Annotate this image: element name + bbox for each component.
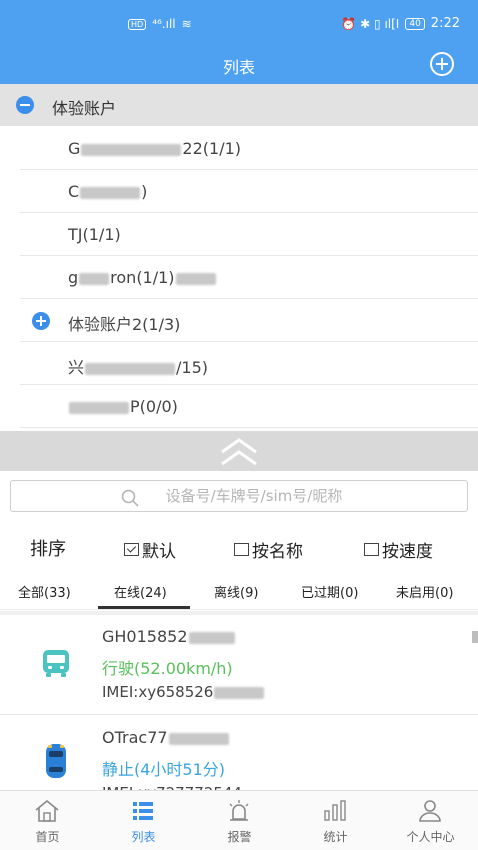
tab-inactive[interactable]: 未启用(0) — [396, 582, 453, 601]
user-icon — [419, 800, 441, 822]
tree-item[interactable]: 兴/15) — [20, 342, 478, 385]
search-icon — [121, 489, 139, 507]
status-bar-right: ⏰ ✱ ▯ ıl[I 40 2:22 — [341, 16, 460, 31]
alarm-light-icon — [229, 800, 249, 821]
sort-by-name-option[interactable]: 按名称 — [234, 537, 303, 562]
tree-item-label: P(0/0) — [68, 397, 178, 416]
sort-title: 排序 — [30, 539, 66, 560]
tree-item[interactable]: TJ(1/1) — [20, 213, 478, 256]
group-label: 体验账户 — [52, 99, 117, 118]
bar-chart-icon — [324, 800, 346, 821]
tab-all[interactable]: 全部(33) — [18, 582, 71, 601]
nav-label: 首页 — [35, 830, 60, 844]
nav-home[interactable]: 首页 — [0, 791, 95, 850]
redacted-text — [69, 401, 129, 414]
expand-group-icon[interactable] — [32, 312, 50, 330]
status-bar-center: HD ⁴⁶.ıll ≋ — [128, 17, 192, 31]
status-tabs: 全部(33) 在线(24) 离线(9) 已过期(0) 未启用(0) — [0, 572, 478, 610]
redacted-text — [85, 362, 176, 375]
redacted-text — [79, 272, 110, 285]
add-icon[interactable] — [430, 52, 454, 76]
wifi-icon: ≋ — [181, 17, 192, 31]
tree-item-label: C) — [68, 182, 148, 201]
vehicle-status: 静止(4小时51分) — [102, 760, 226, 779]
nav-list[interactable]: 列表 — [96, 791, 191, 850]
active-tab-indicator — [98, 606, 190, 609]
sort-default-option[interactable]: 默认 — [124, 537, 176, 562]
tree-item-label: g ron(1/1) — [68, 268, 217, 287]
bus-icon — [43, 650, 69, 677]
redacted-text — [81, 143, 182, 156]
tree-item-label: G 22(1/1) — [68, 139, 241, 158]
redacted-text — [168, 732, 229, 745]
tree-item[interactable]: G 22(1/1) — [20, 127, 478, 170]
search-input[interactable] — [11, 481, 467, 511]
title-bar: 列表 — [0, 44, 478, 84]
checkbox-icon[interactable] — [234, 543, 249, 556]
nav-profile[interactable]: 个人中心 — [383, 791, 478, 850]
vehicle-imei: IMEI:xy658526 — [102, 683, 265, 701]
status-bar: HD ⁴⁶.ıll ≋ ⏰ ✱ ▯ ıl[I 40 2:22 — [0, 0, 478, 44]
vehicle-status: 行驶(52.00km/h) — [102, 659, 233, 678]
collapse-panel-bar[interactable] — [0, 431, 478, 471]
redacted-text — [80, 186, 141, 199]
checkbox-icon[interactable] — [364, 543, 379, 556]
tab-online[interactable]: 在线(24) — [114, 582, 167, 601]
redacted-text — [175, 272, 216, 285]
vehicle-row[interactable]: GH015852 行驶(52.00km/h) IMEI:xy658526 — [0, 615, 478, 715]
page-title: 列表 — [222, 58, 255, 77]
tree-item[interactable]: g ron(1/1) — [20, 256, 478, 299]
nav-label: 个人中心 — [406, 830, 455, 844]
nav-stats[interactable]: 统计 — [288, 791, 383, 850]
battery-icon: 40 — [405, 17, 425, 30]
list-icon — [133, 802, 153, 820]
bottom-nav: 首页 列表 报警 统计 个人中心 — [0, 790, 478, 850]
group-header[interactable]: 体验账户 — [0, 84, 478, 126]
double-chevron-up-icon[interactable] — [220, 437, 258, 467]
tree-item-label: 兴/15) — [68, 358, 209, 377]
clock: 2:22 — [430, 16, 460, 31]
nav-label: 报警 — [227, 830, 252, 844]
checkbox-checked-icon[interactable] — [124, 543, 139, 556]
sort-by-speed-option[interactable]: 按速度 — [364, 537, 433, 562]
scrollbar-thumb[interactable] — [472, 631, 478, 643]
car-icon — [46, 744, 66, 778]
tab-offline[interactable]: 离线(9) — [214, 582, 258, 601]
system-icons: ⏰ ✱ ▯ ıl[I — [341, 16, 400, 31]
signal-icon: ⁴⁶.ıll — [152, 17, 176, 31]
subgroup-label: 体验账户2(1/3) — [68, 315, 181, 334]
nav-label: 列表 — [131, 830, 156, 844]
tree-item[interactable]: C) — [20, 170, 478, 213]
home-icon — [35, 799, 59, 822]
redacted-text — [214, 686, 265, 699]
search-box[interactable] — [10, 480, 468, 512]
collapse-group-icon[interactable] — [16, 96, 34, 114]
hd-badge: HD — [128, 18, 147, 30]
tab-expired[interactable]: 已过期(0) — [301, 582, 358, 601]
vehicle-name: OTrac77 — [102, 728, 230, 747]
tree-item[interactable]: P(0/0) — [20, 385, 478, 428]
tree-item-label: TJ(1/1) — [68, 225, 121, 244]
tree-subgroup[interactable]: 体验账户2(1/3) — [20, 299, 478, 342]
sort-row: 排序 默认 按名称 按速度 — [0, 522, 478, 570]
redacted-text — [188, 631, 235, 644]
nav-alarm[interactable]: 报警 — [192, 791, 287, 850]
nav-label: 统计 — [323, 830, 348, 844]
vehicle-name: GH015852 — [102, 627, 236, 646]
